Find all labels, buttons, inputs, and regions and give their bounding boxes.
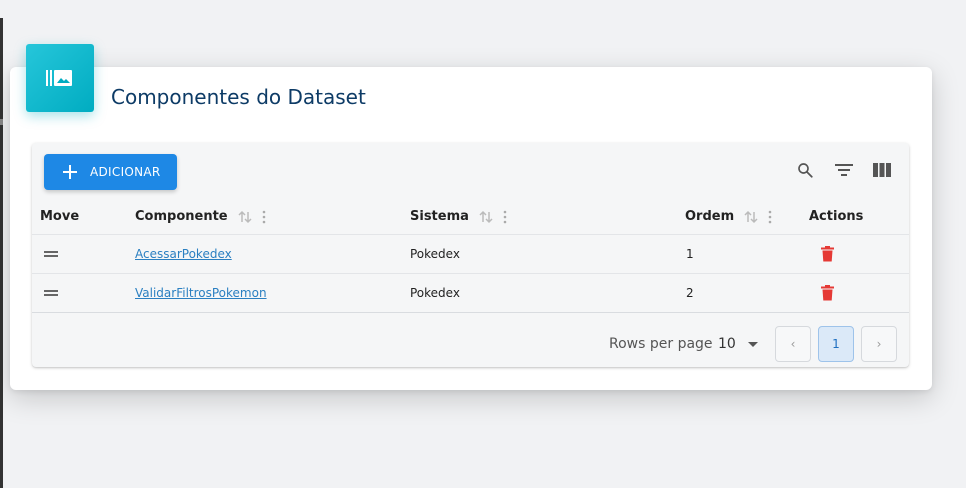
header-componente[interactable]: Componente	[135, 209, 266, 224]
ordem-cell: 1	[686, 247, 694, 261]
rows-per-page-label: Rows per page	[609, 336, 713, 352]
header-actions-label: Actions	[809, 209, 864, 224]
header-actions: Actions	[809, 209, 863, 224]
table-row: AcessarPokedex Pokedex 1	[32, 234, 909, 273]
componente-link[interactable]: AcessarPokedex	[135, 247, 232, 261]
header-sistema-label: Sistema	[410, 209, 469, 224]
page-title: Componentes do Dataset	[111, 85, 366, 109]
sort-icon[interactable]	[744, 210, 758, 224]
page-button[interactable]: 1	[818, 326, 854, 362]
pagination-footer: Rows per page 10 ‹ 1 ›	[32, 312, 909, 367]
sistema-cell: Pokedex	[410, 286, 460, 300]
header-componente-label: Componente	[135, 209, 228, 224]
plus-icon	[63, 165, 77, 179]
ordem-cell: 2	[686, 286, 694, 300]
delete-icon[interactable]	[821, 246, 834, 266]
componente-link[interactable]: ValidarFiltrosPokemon	[135, 286, 267, 300]
delete-icon[interactable]	[821, 285, 834, 305]
column-menu-icon[interactable]	[503, 210, 507, 224]
collections-icon	[26, 44, 94, 112]
header-move: Move	[40, 209, 79, 224]
prev-page-button[interactable]: ‹	[775, 326, 811, 362]
add-button-label: ADICIONAR	[90, 165, 161, 179]
rows-per-page-select[interactable]: 10	[718, 336, 736, 352]
header-ordem[interactable]: Ordem	[685, 209, 772, 224]
column-menu-icon[interactable]	[262, 210, 266, 224]
chevron-right-icon: ›	[876, 337, 882, 351]
column-menu-icon[interactable]	[768, 210, 772, 224]
drag-handle-icon[interactable]	[44, 251, 58, 257]
add-component-button[interactable]: ADICIONAR	[44, 154, 177, 190]
columns-icon[interactable]	[871, 159, 893, 181]
chevron-left-icon: ‹	[790, 337, 796, 351]
drag-handle-icon[interactable]	[44, 290, 58, 296]
filter-icon[interactable]	[833, 159, 855, 181]
components-table: ADICIONAR Move Componente Sistema Ordem	[32, 143, 909, 367]
search-icon[interactable]	[794, 159, 816, 181]
header-ordem-label: Ordem	[685, 209, 735, 224]
header-sistema[interactable]: Sistema	[410, 209, 507, 224]
next-page-button[interactable]: ›	[861, 326, 897, 362]
sort-icon[interactable]	[238, 210, 252, 224]
sort-icon[interactable]	[479, 210, 493, 224]
table-row: ValidarFiltrosPokemon Pokedex 2	[32, 273, 909, 312]
sistema-cell: Pokedex	[410, 247, 460, 261]
chevron-down-icon[interactable]	[748, 342, 758, 347]
header-move-label: Move	[40, 209, 80, 224]
window-edge	[0, 18, 3, 488]
window-edge-mark	[0, 119, 3, 125]
page-number: 1	[832, 337, 840, 351]
